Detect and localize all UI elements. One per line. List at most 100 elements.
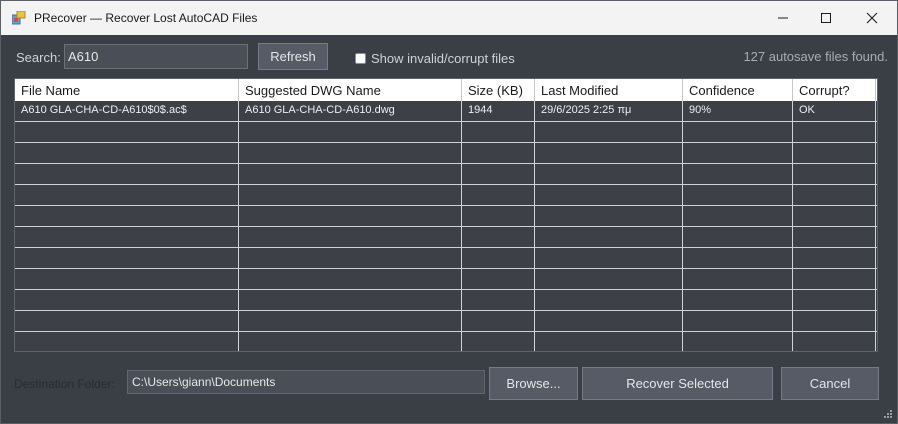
cell-corrupt [793, 290, 876, 310]
cancel-button[interactable]: Cancel [781, 367, 879, 400]
browse-button[interactable]: Browse... [489, 367, 578, 400]
cell-file-name [15, 206, 239, 226]
cell-confidence [683, 164, 793, 184]
cell-suggested-name [239, 227, 462, 247]
cell-size: 1944 [462, 101, 535, 121]
cell-suggested-name [239, 164, 462, 184]
destination-label: Destination Folder: [14, 377, 115, 391]
cell-corrupt [793, 332, 876, 351]
table-row[interactable] [15, 269, 877, 290]
cell-suggested-name [239, 248, 462, 268]
cell-size [462, 269, 535, 289]
cell-suggested-name [239, 269, 462, 289]
cell-file-name [15, 143, 239, 163]
table-row[interactable] [15, 206, 877, 227]
cell-last-modified: 29/6/2025 2:25 πμ [535, 101, 683, 121]
cell-suggested-name [239, 122, 462, 142]
maximize-icon [821, 13, 831, 23]
cell-confidence [683, 185, 793, 205]
cell-confidence [683, 311, 793, 331]
cell-confidence [683, 206, 793, 226]
cell-confidence: 90% [683, 101, 793, 121]
cell-confidence [683, 290, 793, 310]
cell-confidence [683, 143, 793, 163]
maximize-button[interactable] [803, 1, 849, 35]
cell-last-modified [535, 143, 683, 163]
cell-corrupt [793, 248, 876, 268]
column-header-file-name[interactable]: File Name [15, 79, 239, 101]
cell-last-modified [535, 248, 683, 268]
cell-file-name [15, 332, 239, 351]
table-row[interactable] [15, 143, 877, 164]
cell-size [462, 290, 535, 310]
cell-file-name [15, 164, 239, 184]
column-header-confidence[interactable]: Confidence [683, 79, 793, 101]
table-row[interactable] [15, 290, 877, 311]
column-header-suggested-name[interactable]: Suggested DWG Name [239, 79, 462, 101]
cell-size [462, 311, 535, 331]
table-row[interactable] [15, 164, 877, 185]
show-invalid-option[interactable]: Show invalid/corrupt files [355, 51, 515, 66]
cell-corrupt [793, 227, 876, 247]
cell-corrupt: OK [793, 101, 876, 121]
title-bar: PRecover — Recover Lost AutoCAD Files [1, 1, 897, 35]
show-invalid-checkbox[interactable] [355, 53, 366, 64]
files-table[interactable]: File Name Suggested DWG Name Size (KB) L… [14, 78, 878, 352]
cell-last-modified [535, 164, 683, 184]
cell-confidence [683, 248, 793, 268]
table-row[interactable] [15, 248, 877, 269]
table-row[interactable] [15, 122, 877, 143]
destination-folder-input[interactable] [127, 370, 485, 394]
search-input[interactable] [64, 44, 248, 69]
cell-size [462, 248, 535, 268]
recover-selected-button[interactable]: Recover Selected [582, 367, 773, 400]
cell-file-name [15, 248, 239, 268]
close-button[interactable] [849, 1, 895, 35]
cell-last-modified [535, 185, 683, 205]
cell-size [462, 164, 535, 184]
table-row[interactable] [15, 185, 877, 206]
cell-last-modified [535, 227, 683, 247]
cell-file-name [15, 290, 239, 310]
cell-last-modified [535, 269, 683, 289]
cell-last-modified [535, 206, 683, 226]
cell-file-name [15, 269, 239, 289]
minimize-button[interactable] [760, 1, 806, 35]
cell-size [462, 122, 535, 142]
refresh-button[interactable]: Refresh [258, 43, 328, 70]
cell-suggested-name [239, 290, 462, 310]
cell-last-modified [535, 332, 683, 351]
table-row[interactable] [15, 311, 877, 332]
cell-corrupt [793, 269, 876, 289]
cell-corrupt [793, 185, 876, 205]
resize-grip-icon[interactable] [883, 409, 893, 419]
show-invalid-label: Show invalid/corrupt files [371, 51, 515, 66]
cell-suggested-name [239, 185, 462, 205]
column-header-last-modified[interactable]: Last Modified [535, 79, 683, 101]
cell-corrupt [793, 143, 876, 163]
cell-suggested-name [239, 206, 462, 226]
column-header-corrupt[interactable]: Corrupt? [793, 79, 876, 101]
cell-suggested-name [239, 143, 462, 163]
cell-file-name [15, 311, 239, 331]
column-header-size[interactable]: Size (KB) [462, 79, 535, 101]
table-row[interactable]: A610 GLA-CHA-CD-A610$0$.ac$ A610 GLA-CHA-… [15, 101, 877, 122]
app-icon [12, 11, 26, 25]
close-icon [866, 12, 878, 24]
cell-confidence [683, 269, 793, 289]
app-window: PRecover — Recover Lost AutoCAD Files Se… [0, 0, 898, 424]
cell-corrupt [793, 122, 876, 142]
cell-corrupt [793, 164, 876, 184]
table-row[interactable] [15, 227, 877, 248]
cell-file-name [15, 122, 239, 142]
table-row[interactable] [15, 332, 877, 351]
cell-size [462, 143, 535, 163]
cell-size [462, 206, 535, 226]
cell-confidence [683, 332, 793, 351]
cell-size [462, 185, 535, 205]
cell-confidence [683, 227, 793, 247]
minimize-icon [778, 17, 788, 19]
cell-corrupt [793, 206, 876, 226]
table-header: File Name Suggested DWG Name Size (KB) L… [15, 79, 877, 101]
cell-last-modified [535, 122, 683, 142]
